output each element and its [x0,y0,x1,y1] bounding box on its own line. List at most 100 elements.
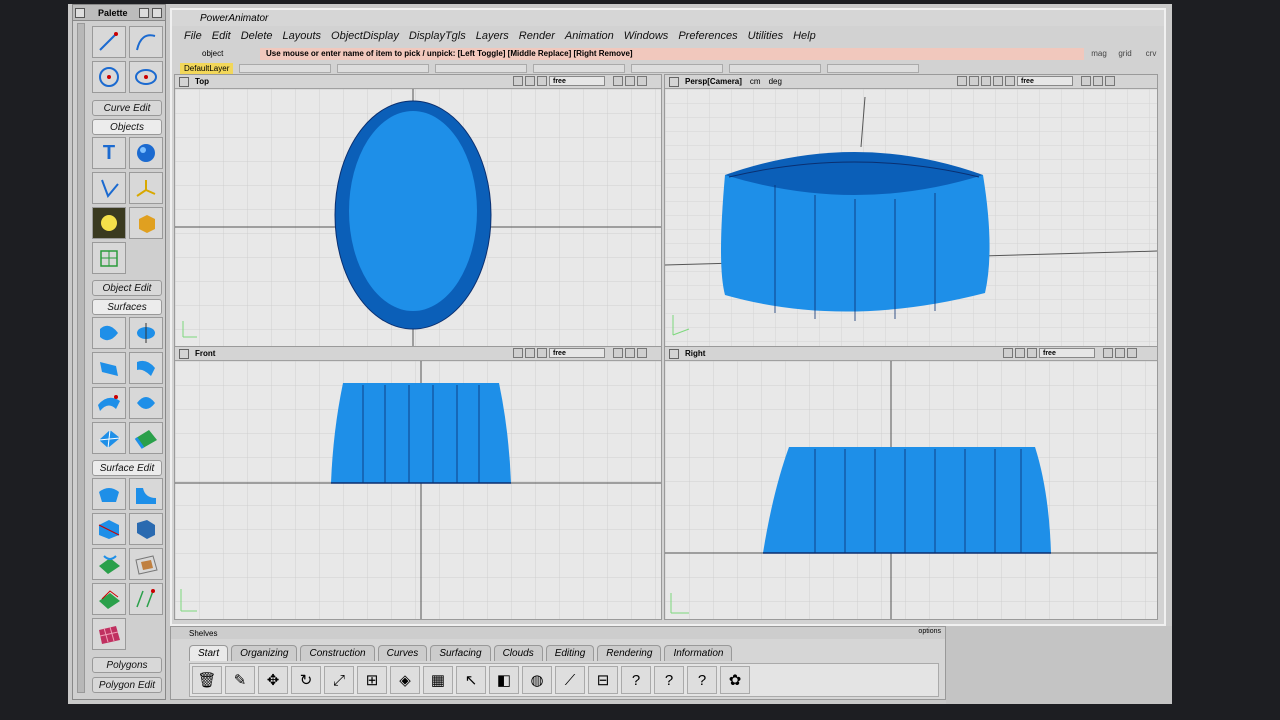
extrude-tool-icon[interactable] [92,352,126,384]
ellipse-tool-icon[interactable] [129,61,163,93]
skin-tool-icon[interactable] [129,352,163,384]
eraser-icon[interactable]: ✎ [225,666,255,694]
blend-tool-icon[interactable] [92,548,126,580]
tab-surfacing[interactable]: Surfacing [430,645,491,661]
menu-icon[interactable] [1105,76,1115,86]
menu-icon[interactable] [1127,348,1137,358]
sphere-tool-icon[interactable] [129,137,163,169]
ruler-icon[interactable]: ⟋ [555,666,585,694]
tumble-icon[interactable] [525,348,535,358]
zoom-icon[interactable] [513,348,523,358]
top-viewport[interactable]: Top free [174,74,662,348]
viewport-close-icon[interactable] [179,349,189,359]
track-icon[interactable] [1005,76,1015,86]
surfaces-header[interactable]: Surfaces [92,299,162,315]
rotate-tool-icon[interactable]: ↻ [291,666,321,694]
move-tool-icon[interactable]: ✥ [258,666,288,694]
axis-tool-icon[interactable] [129,172,163,204]
trash-icon[interactable]: 🗑 [192,666,222,694]
layer-slot[interactable] [239,63,332,73]
menu-icon[interactable] [637,76,647,86]
tumble-icon[interactable] [993,76,1003,86]
camera-mode-field[interactable]: free [1017,76,1073,86]
camera-icon[interactable] [969,76,979,86]
lattice-tool-icon[interactable] [92,242,126,274]
object-edit-header[interactable]: Object Edit [92,280,162,296]
curve-edit-header[interactable]: Curve Edit [92,100,162,116]
tab-start[interactable]: Start [189,645,229,661]
layer-slot[interactable] [533,63,626,73]
objects-header[interactable]: Objects [92,119,162,135]
menu-object-display[interactable]: ObjectDisplay [331,30,399,46]
menu-windows[interactable]: Windows [624,30,669,46]
viewport-close-icon[interactable] [179,77,189,87]
zoom-icon[interactable] [981,76,991,86]
menu-edit[interactable]: Edit [212,30,231,46]
camera-mode-field[interactable]: free [549,348,605,358]
mesh-tool-icon[interactable] [92,618,126,650]
grid-button[interactable]: grid [1114,49,1136,58]
track-icon[interactable] [537,76,547,86]
shelves-options-button[interactable]: options [918,628,941,635]
shader-icon[interactable]: ◍ [522,666,552,694]
maximize-icon[interactable] [613,76,623,86]
tab-information[interactable]: Information [664,645,733,661]
grid-snap-icon[interactable]: ▦ [423,666,453,694]
viewport-close-icon[interactable] [669,349,679,359]
default-layer-button[interactable]: DefaultLayer [180,62,234,74]
layer-slot[interactable] [435,63,528,73]
pivot-tool-icon[interactable] [92,172,126,204]
menu-file[interactable]: File [184,30,202,46]
text-tool-icon[interactable]: T [92,137,126,169]
pick-icon[interactable]: ↖ [456,666,486,694]
sweep-tool-icon[interactable] [92,387,126,419]
rail-tool-icon[interactable] [129,387,163,419]
polygons-header[interactable]: Polygons [92,657,162,673]
polygon-edit-header[interactable]: Polygon Edit [92,677,162,693]
layout-icon[interactable] [1093,76,1103,86]
menu-utilities[interactable]: Utilities [748,30,783,46]
info-icon[interactable]: ? [654,666,684,694]
persp-viewport[interactable]: Persp[Camera] cm deg free [664,74,1158,348]
menu-animation[interactable]: Animation [565,30,614,46]
track-icon[interactable] [1027,348,1037,358]
menu-help[interactable]: Help [793,30,816,46]
cube-icon[interactable]: ◧ [489,666,519,694]
zoom-icon[interactable] [513,76,523,86]
menu-delete[interactable]: Delete [241,30,273,46]
layout-icon[interactable] [625,348,635,358]
tab-construction[interactable]: Construction [300,645,375,661]
layer-slot[interactable] [827,63,920,73]
layout-icon[interactable] [625,76,635,86]
fillet-tool-icon[interactable] [129,478,163,510]
menu-layers[interactable]: Layers [476,30,509,46]
scale-tool-icon[interactable]: ⤢ [324,666,354,694]
menu-preferences[interactable]: Preferences [678,30,737,46]
align-icon[interactable]: ⊟ [588,666,618,694]
square-tool-icon[interactable] [129,422,163,454]
camera-mode-field[interactable]: free [1039,348,1095,358]
detach-tool-icon[interactable] [129,513,163,545]
camera-mode-field[interactable]: free [549,76,605,86]
front-viewport[interactable]: Front free [174,346,662,620]
light-tool-icon[interactable] [92,207,126,239]
curve-on-surface-tool-icon[interactable] [129,583,163,615]
tumble-icon[interactable] [1015,348,1025,358]
tab-clouds[interactable]: Clouds [493,645,543,661]
menu-layouts[interactable]: Layouts [283,30,322,46]
menu-icon[interactable] [637,348,647,358]
revolve-axis-tool-icon[interactable] [129,317,163,349]
menu-render[interactable]: Render [519,30,555,46]
layer-slot[interactable] [729,63,822,73]
zoom-icon[interactable] [1003,348,1013,358]
tab-rendering[interactable]: Rendering [597,645,662,661]
boundary-tool-icon[interactable] [92,422,126,454]
palette-scrollbar[interactable] [77,23,85,693]
maximize-icon[interactable] [613,348,623,358]
tab-editing[interactable]: Editing [545,645,595,661]
palette-close-icon[interactable] [75,7,85,18]
camera-icon[interactable] [957,76,967,86]
camera-icon[interactable]: ◈ [390,666,420,694]
quad-layout-icon[interactable]: ⊞ [357,666,387,694]
help-icon[interactable]: ? [621,666,651,694]
